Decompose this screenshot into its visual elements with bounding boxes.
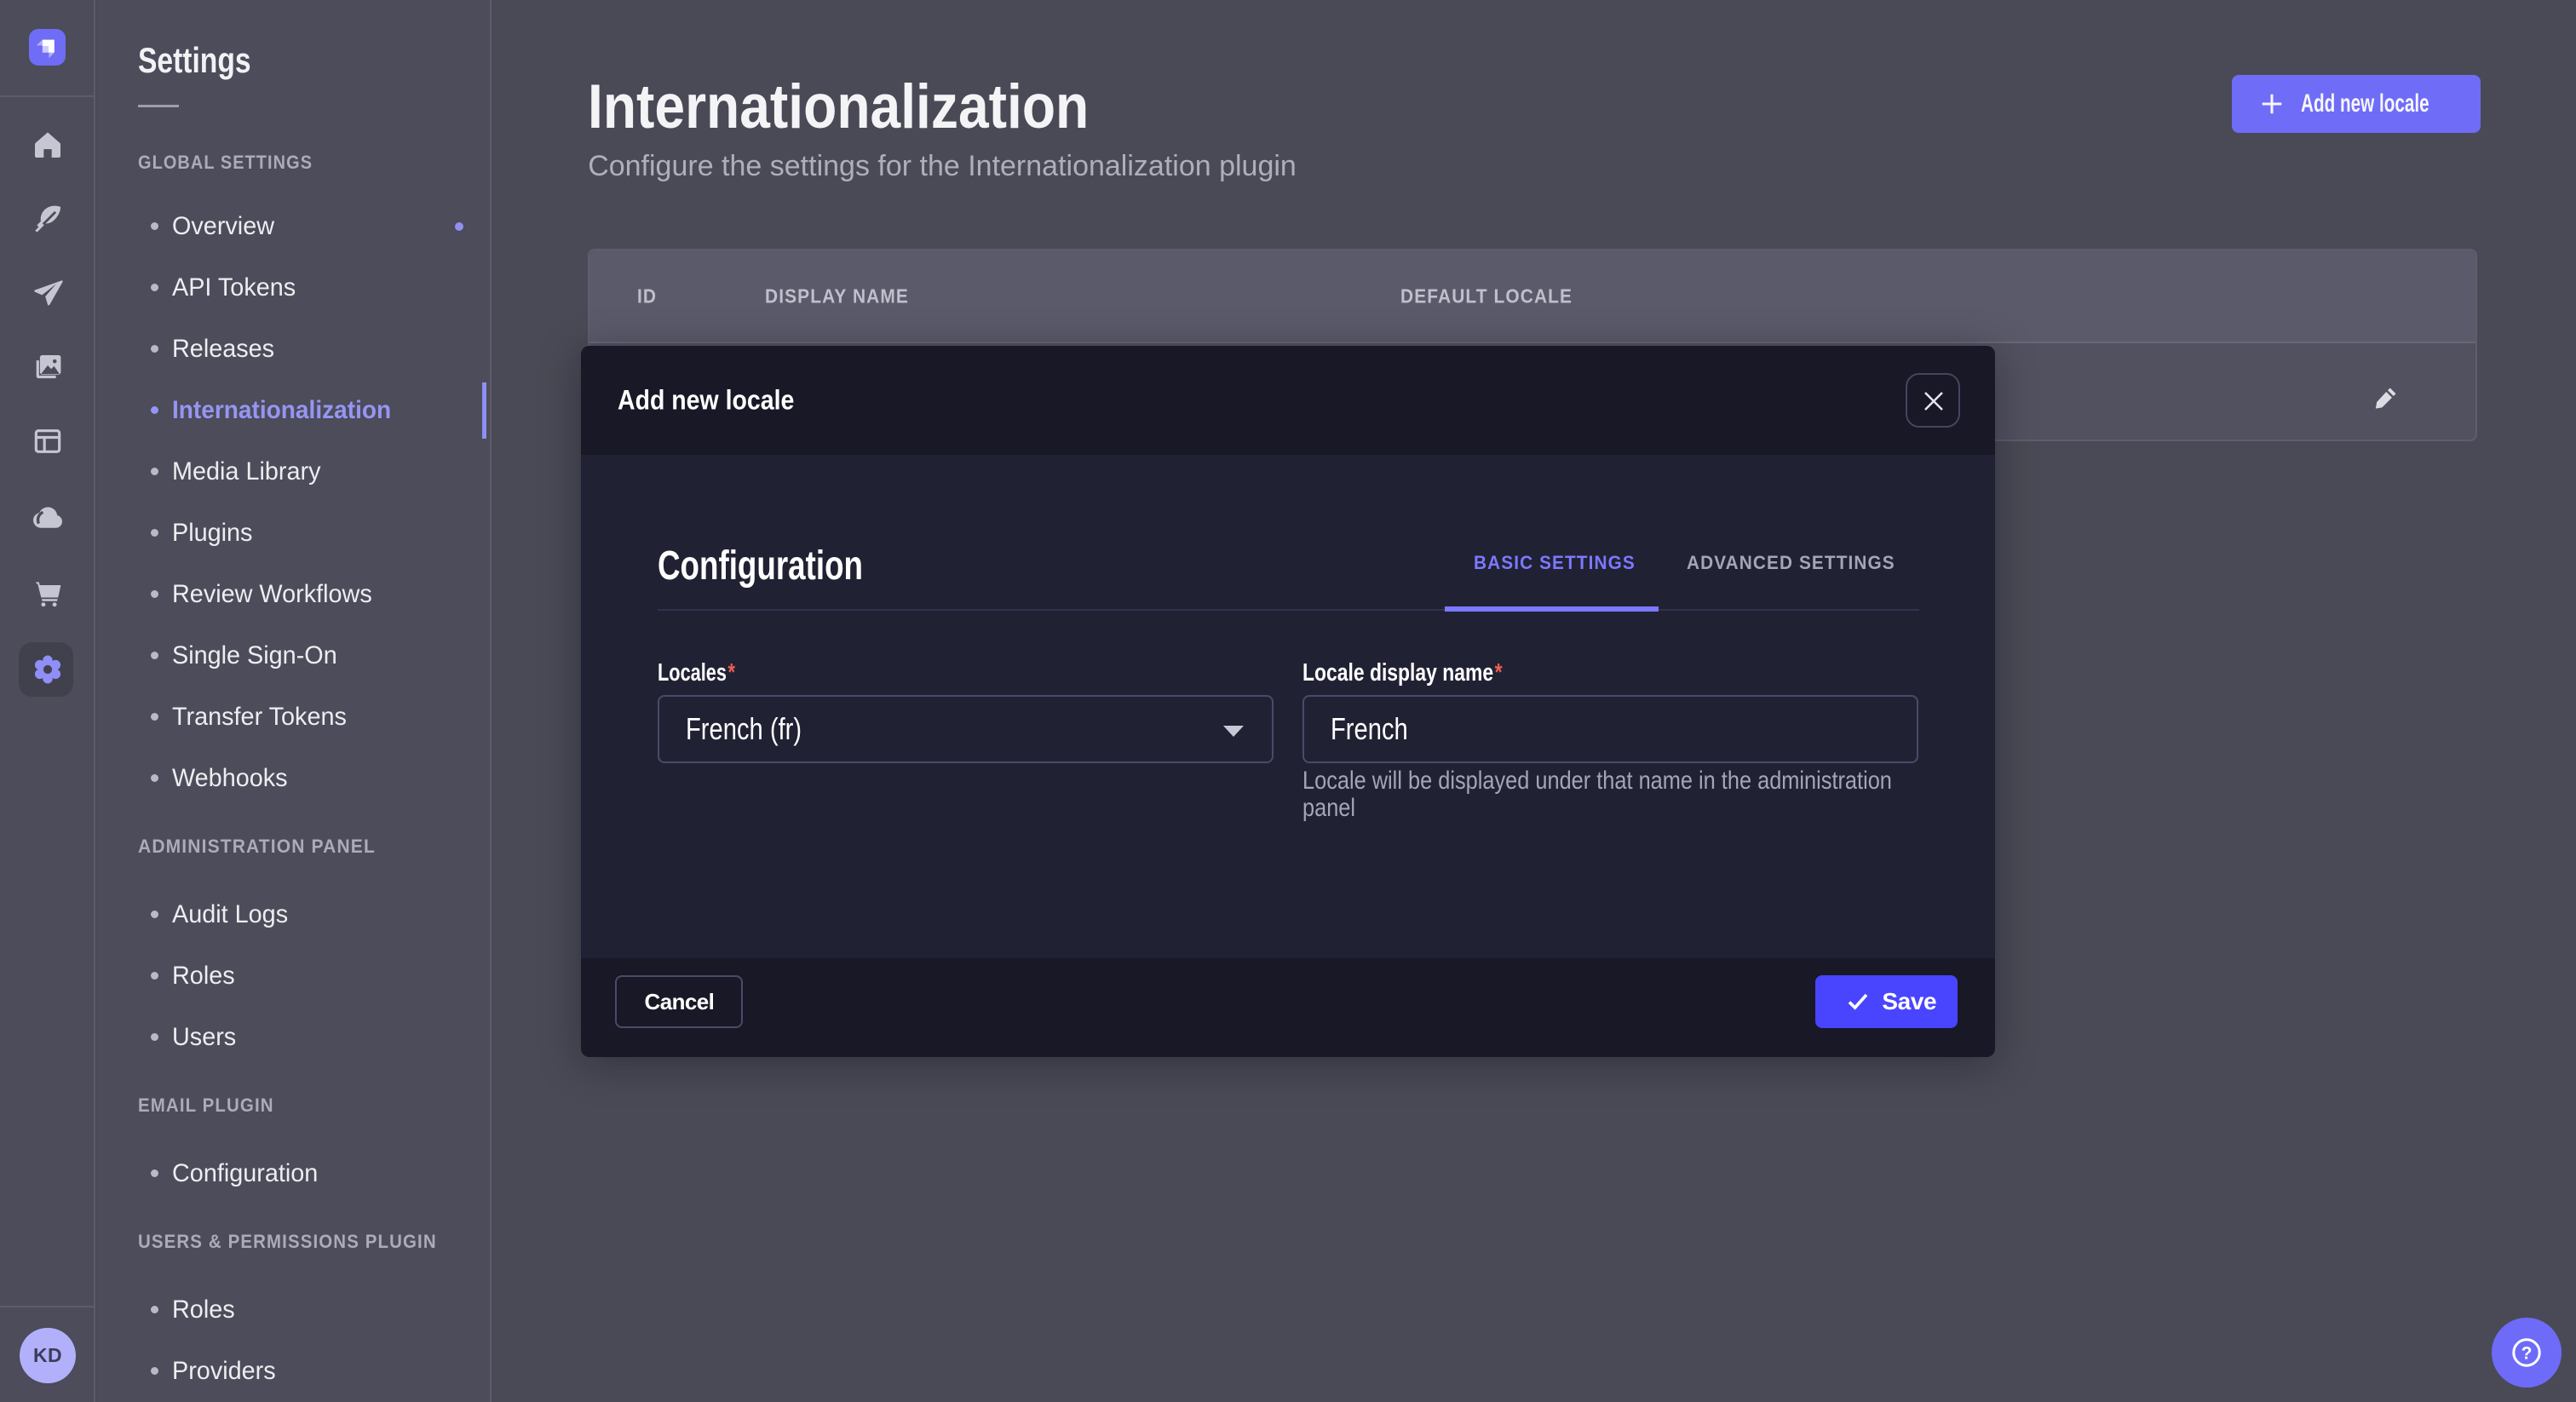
svg-text:?: ? xyxy=(2521,1343,2533,1363)
